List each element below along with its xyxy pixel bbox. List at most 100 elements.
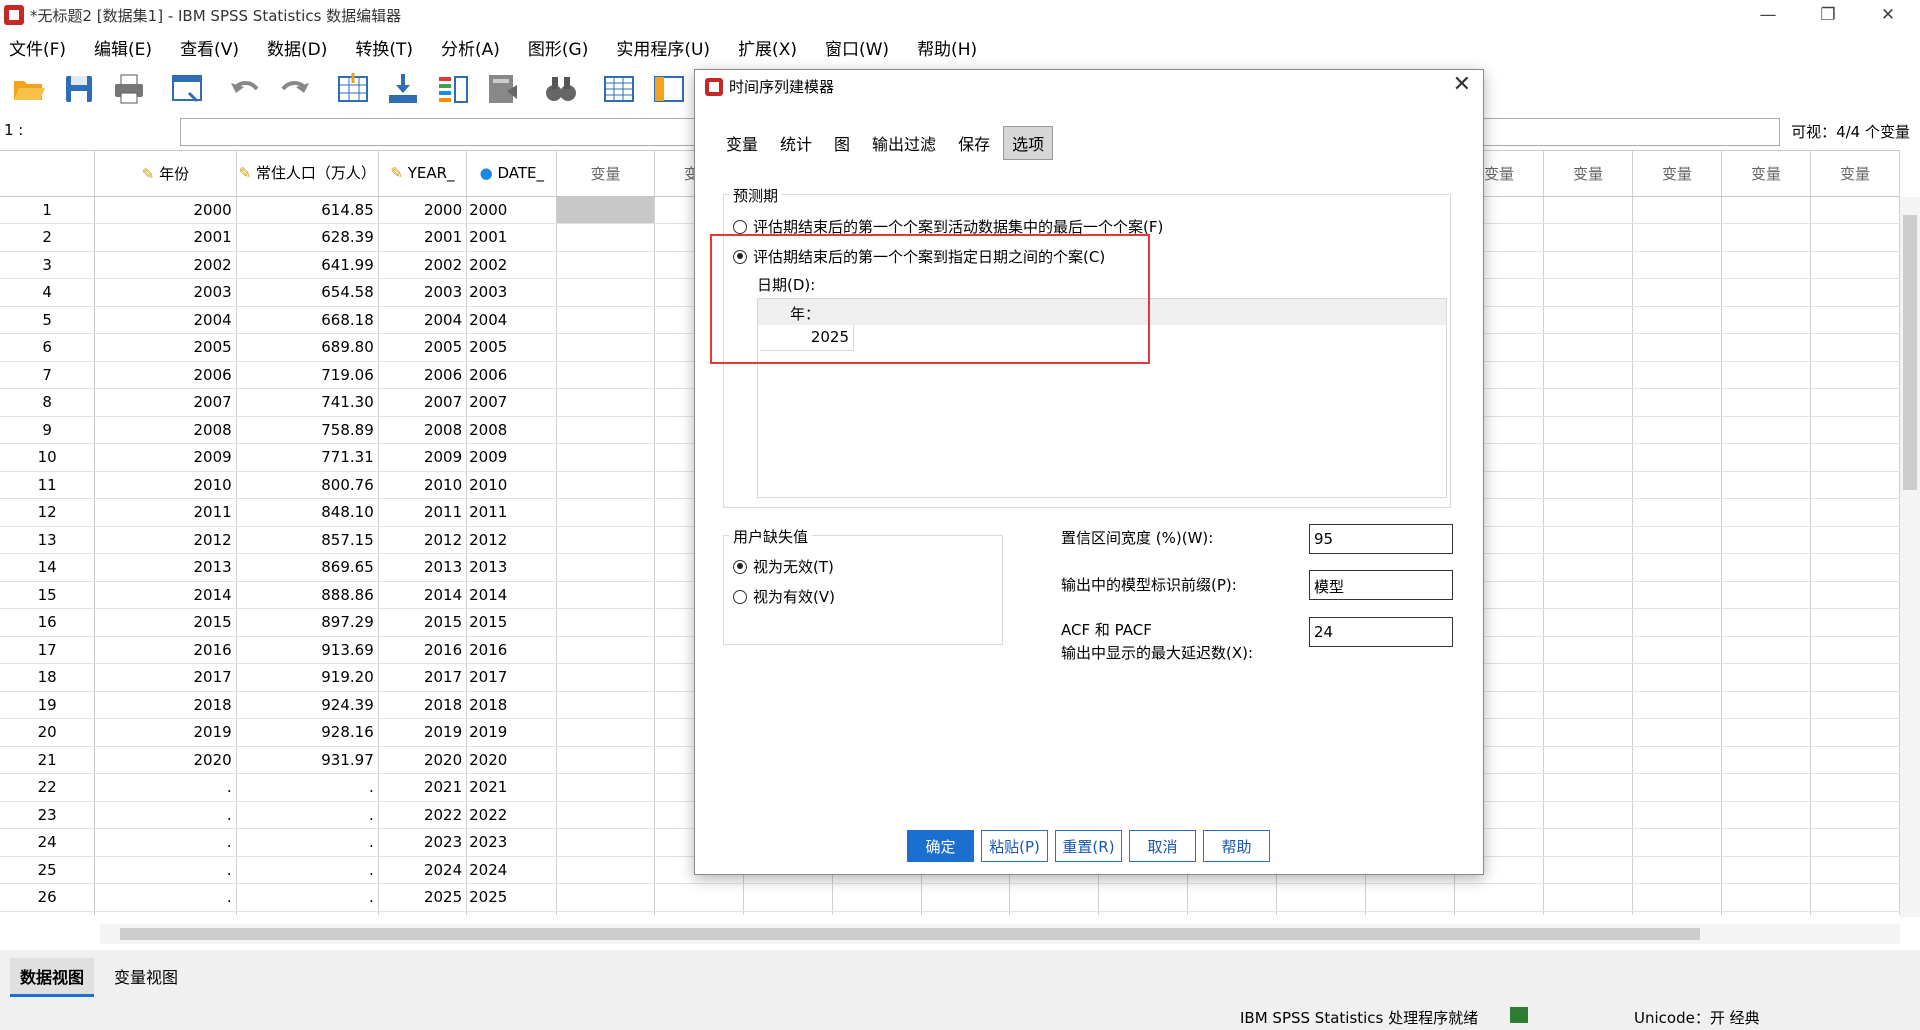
empty-cell[interactable]	[1632, 306, 1722, 334]
data-cell[interactable]: 2005	[466, 333, 558, 362]
tab-plots[interactable]: 图	[825, 126, 859, 160]
row-number[interactable]: 2	[0, 223, 96, 252]
empty-cell[interactable]	[1721, 581, 1811, 609]
empty-cell[interactable]	[1721, 251, 1811, 279]
empty-cell[interactable]	[556, 498, 655, 527]
empty-cell[interactable]	[1543, 553, 1634, 582]
insert-variable-icon[interactable]	[648, 69, 690, 109]
data-cell[interactable]: 2003	[94, 278, 237, 307]
empty-cell[interactable]	[1721, 471, 1811, 499]
data-cell[interactable]: 2023	[466, 828, 558, 857]
data-cell[interactable]: 2009	[94, 443, 237, 472]
empty-cell[interactable]	[1632, 663, 1722, 692]
horizontal-scrollbar[interactable]	[100, 924, 1900, 944]
dialog-recall-icon[interactable]	[166, 69, 208, 109]
empty-cell[interactable]	[1810, 333, 1900, 362]
empty-cell[interactable]	[1009, 883, 1100, 912]
data-cell[interactable]: 2008	[94, 416, 237, 444]
empty-cell[interactable]	[556, 856, 655, 884]
empty-cell[interactable]	[1365, 883, 1456, 912]
tab-save[interactable]: 保存	[949, 126, 999, 160]
empty-cell[interactable]	[556, 526, 655, 554]
empty-cell[interactable]	[1543, 388, 1634, 417]
column-header-empty-variable[interactable]: 变量	[1721, 151, 1811, 197]
empty-cell[interactable]	[1276, 883, 1367, 912]
menu-file[interactable]: 文件(F)	[0, 35, 76, 60]
empty-cell[interactable]	[1543, 526, 1634, 554]
find-icon[interactable]	[540, 69, 582, 109]
empty-cell[interactable]	[556, 553, 655, 582]
empty-cell[interactable]	[1543, 251, 1634, 279]
data-cell[interactable]: 2018	[466, 691, 558, 719]
data-cell[interactable]: .	[236, 828, 379, 857]
data-cell[interactable]: 2019	[378, 718, 468, 747]
data-cell[interactable]: 2005	[378, 333, 468, 362]
row-number[interactable]: 14	[0, 553, 96, 582]
row-number[interactable]: 9	[0, 416, 96, 444]
empty-cell[interactable]	[556, 416, 655, 444]
empty-cell[interactable]	[556, 196, 655, 224]
data-cell[interactable]: 848.10	[236, 498, 379, 527]
data-cell[interactable]: .	[236, 801, 379, 829]
data-cell[interactable]: 2016	[94, 636, 237, 664]
empty-cell[interactable]	[556, 636, 655, 664]
empty-cell[interactable]	[1543, 333, 1634, 362]
row-number[interactable]: 5	[0, 306, 96, 334]
empty-cell[interactable]	[1632, 581, 1722, 609]
tab-output-filter[interactable]: 输出过滤	[863, 126, 945, 160]
insert-cases-icon[interactable]	[598, 69, 640, 109]
empty-cell[interactable]	[1187, 911, 1278, 915]
empty-cell[interactable]	[1632, 883, 1722, 912]
row-number[interactable]: 18	[0, 663, 96, 692]
vertical-scrollbar[interactable]	[1900, 197, 1920, 917]
column-header-year-underscore[interactable]: ✎ YEAR_	[378, 151, 468, 197]
tab-data-view[interactable]: 数据视图	[10, 958, 95, 997]
goto-case-icon[interactable]	[332, 69, 374, 109]
empty-cell[interactable]	[1810, 773, 1900, 802]
empty-cell[interactable]	[1721, 526, 1811, 554]
empty-cell[interactable]	[556, 746, 655, 774]
run-descriptives-icon[interactable]	[482, 69, 524, 109]
empty-cell[interactable]	[556, 306, 655, 334]
empty-cell[interactable]	[556, 773, 655, 802]
empty-cell[interactable]	[1543, 663, 1634, 692]
data-cell[interactable]: .	[236, 883, 379, 912]
empty-cell[interactable]	[1543, 498, 1634, 527]
empty-cell[interactable]	[1810, 196, 1900, 224]
data-cell[interactable]: .	[94, 828, 237, 857]
empty-cell[interactable]	[1721, 333, 1811, 362]
empty-cell[interactable]	[556, 223, 655, 252]
print-icon[interactable]	[108, 69, 150, 109]
row-number[interactable]: 22	[0, 773, 96, 802]
scroll-thumb[interactable]	[120, 928, 1700, 940]
row-number[interactable]: 12	[0, 498, 96, 527]
reset-button[interactable]: 重置(R)	[1055, 830, 1122, 862]
empty-cell[interactable]	[1810, 636, 1900, 664]
confidence-interval-input[interactable]: 95	[1309, 524, 1453, 554]
data-cell[interactable]: 2016	[378, 636, 468, 664]
column-header-empty-variable[interactable]: 变量	[556, 151, 655, 197]
data-cell[interactable]: 2014	[466, 581, 558, 609]
data-cell[interactable]: 2006	[466, 361, 558, 389]
empty-cell[interactable]	[1543, 636, 1634, 664]
data-cell[interactable]: 2025	[466, 883, 558, 912]
empty-cell[interactable]	[1810, 663, 1900, 692]
empty-cell[interactable]	[1810, 223, 1900, 252]
data-cell[interactable]: 2004	[94, 306, 237, 334]
data-cell[interactable]: 2017	[378, 663, 468, 692]
data-cell[interactable]: 2002	[466, 251, 558, 279]
empty-cell[interactable]	[1721, 388, 1811, 417]
empty-cell[interactable]	[1632, 801, 1722, 829]
ok-button[interactable]: 确定	[907, 830, 974, 862]
data-cell[interactable]: 2010	[94, 471, 237, 499]
row-number[interactable]: 16	[0, 608, 96, 637]
empty-cell[interactable]	[654, 883, 744, 912]
empty-cell[interactable]	[1632, 471, 1722, 499]
data-cell[interactable]: 668.18	[236, 306, 379, 334]
data-cell[interactable]: 800.76	[236, 471, 379, 499]
data-cell[interactable]: .	[236, 773, 379, 802]
empty-cell[interactable]	[1543, 416, 1634, 444]
data-cell[interactable]: 2012	[466, 526, 558, 554]
empty-cell[interactable]	[832, 911, 922, 915]
empty-cell[interactable]	[1721, 196, 1811, 224]
